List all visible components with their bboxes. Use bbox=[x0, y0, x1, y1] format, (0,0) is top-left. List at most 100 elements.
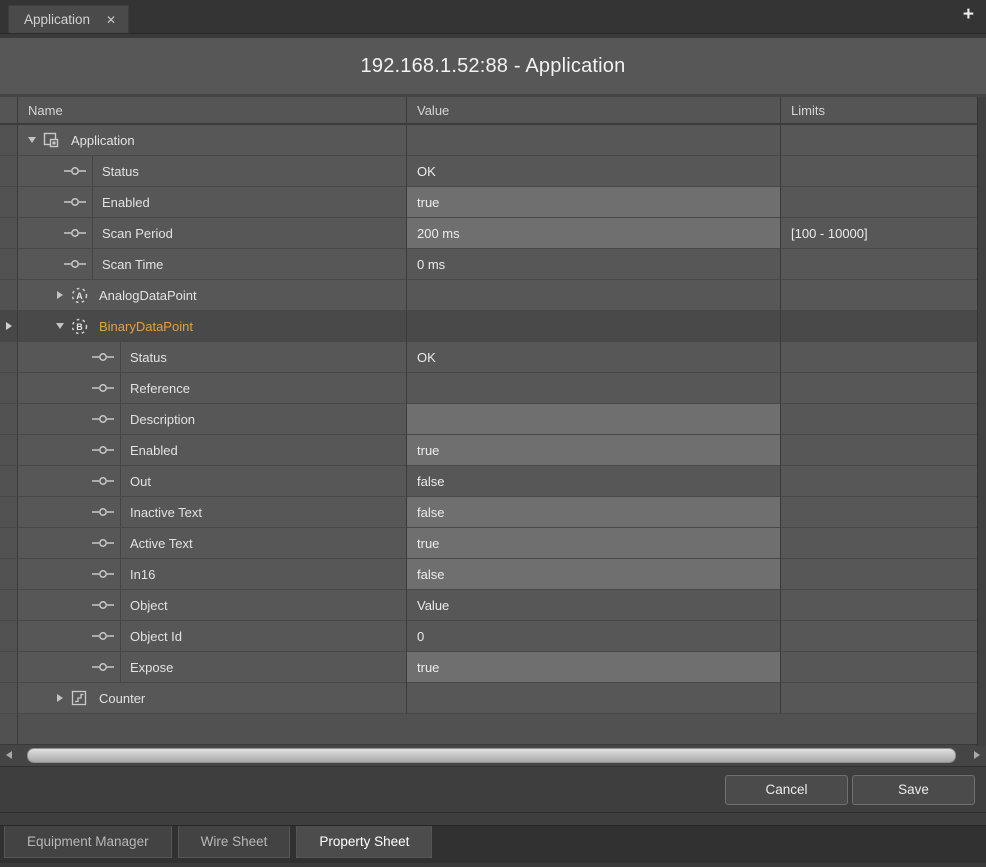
column-header-value[interactable]: Value bbox=[406, 97, 780, 124]
row-gutter[interactable] bbox=[0, 466, 18, 497]
row-value-field[interactable]: false bbox=[406, 559, 780, 590]
table-row[interactable]: Exposetrue bbox=[0, 652, 986, 683]
table-row[interactable]: Enabled true bbox=[0, 187, 986, 218]
property-icon bbox=[62, 228, 88, 238]
property-icon bbox=[62, 197, 88, 207]
svg-text:A: A bbox=[76, 291, 83, 301]
scroll-right-arrow-icon[interactable] bbox=[974, 751, 980, 759]
expand-arrow-icon[interactable] bbox=[52, 694, 68, 702]
table-row[interactable]: Counter bbox=[0, 683, 986, 714]
add-tab-button[interactable]: + bbox=[963, 5, 974, 24]
row-limits-cell bbox=[780, 156, 986, 187]
row-name-label: Status bbox=[130, 350, 167, 365]
property-icon bbox=[90, 600, 116, 610]
row-gutter[interactable] bbox=[0, 652, 18, 683]
row-gutter[interactable] bbox=[0, 156, 18, 187]
view-tab-bar: Equipment Manager Wire SheetProperty Shee… bbox=[0, 825, 986, 863]
column-header-limits[interactable]: Limits bbox=[780, 97, 986, 124]
table-row[interactable]: Outfalse bbox=[0, 466, 986, 497]
row-value-field[interactable] bbox=[406, 404, 780, 435]
row-value-cell: Value bbox=[406, 590, 780, 621]
row-name-cell: Counter bbox=[18, 683, 406, 714]
view-tab-property-sheet[interactable]: Property Sheet bbox=[296, 826, 432, 858]
row-value-cell: 0 ms bbox=[406, 249, 780, 280]
row-value-cell: OK bbox=[406, 156, 780, 187]
row-gutter[interactable] bbox=[0, 435, 18, 466]
row-gutter[interactable] bbox=[0, 559, 18, 590]
row-value-cell bbox=[406, 311, 780, 342]
table-row[interactable]: Enabledtrue bbox=[0, 435, 986, 466]
row-gutter[interactable] bbox=[0, 621, 18, 652]
view-tab-wire-sheet[interactable]: Wire Sheet bbox=[178, 826, 291, 858]
row-value-field[interactable]: false bbox=[406, 497, 780, 528]
row-value-field[interactable]: 200 ms bbox=[406, 218, 780, 249]
row-gutter[interactable] bbox=[0, 528, 18, 559]
collapse-arrow-icon[interactable] bbox=[24, 137, 40, 143]
table-row[interactable]: Reference bbox=[0, 373, 986, 404]
row-limits-cell bbox=[780, 652, 986, 683]
row-name-cell: Status bbox=[18, 156, 406, 187]
table-row[interactable]: Object Id0 bbox=[0, 621, 986, 652]
row-value-field[interactable]: true bbox=[406, 652, 780, 683]
row-name-label: Application bbox=[71, 133, 135, 148]
table-row[interactable]: BBinaryDataPoint bbox=[0, 311, 986, 342]
row-name-label: Object bbox=[130, 598, 168, 613]
row-gutter[interactable] bbox=[0, 125, 18, 156]
name-cell-divider bbox=[120, 404, 121, 434]
name-cell-divider bbox=[120, 466, 121, 496]
table-row[interactable]: Active Texttrue bbox=[0, 528, 986, 559]
horizontal-scrollbar-thumb[interactable] bbox=[27, 748, 956, 763]
row-gutter[interactable] bbox=[0, 311, 18, 342]
row-name-label: Enabled bbox=[102, 195, 150, 210]
view-tab-equipment-manager[interactable]: Equipment Manager bbox=[4, 826, 172, 858]
tree-indent bbox=[18, 497, 90, 527]
top-tab-bar: Application ✕ + bbox=[0, 0, 986, 34]
table-empty-area bbox=[0, 714, 986, 744]
row-gutter[interactable] bbox=[0, 249, 18, 280]
row-name-cell: Object Id bbox=[18, 621, 406, 652]
row-gutter[interactable] bbox=[0, 404, 18, 435]
tree-indent bbox=[18, 311, 52, 341]
row-gutter[interactable] bbox=[0, 497, 18, 528]
save-button[interactable]: Save bbox=[852, 775, 975, 805]
row-gutter[interactable] bbox=[0, 590, 18, 621]
table-row[interactable]: StatusOK bbox=[0, 342, 986, 373]
row-gutter[interactable] bbox=[0, 683, 18, 714]
row-gutter[interactable] bbox=[0, 280, 18, 311]
table-row[interactable]: Description bbox=[0, 404, 986, 435]
view-tab-label: Equipment Manager bbox=[27, 834, 149, 849]
vertical-scrollbar[interactable] bbox=[977, 97, 986, 746]
table-row[interactable]: Scan Period200 ms[100 - 10000] bbox=[0, 218, 986, 249]
application-window: Application ✕ + 192.168.1.52:88 - Applic… bbox=[0, 0, 986, 867]
table-row[interactable]: In16false bbox=[0, 559, 986, 590]
cancel-button[interactable]: Cancel bbox=[725, 775, 848, 805]
row-limits-cell bbox=[780, 528, 986, 559]
property-icon bbox=[90, 383, 116, 393]
collapse-arrow-icon[interactable] bbox=[52, 323, 68, 329]
row-name-cell: Enabled bbox=[18, 435, 406, 466]
name-cell-divider bbox=[92, 218, 93, 248]
table-row[interactable]: Scan Time0 ms bbox=[0, 249, 986, 280]
row-gutter[interactable] bbox=[0, 187, 18, 218]
expand-arrow-icon[interactable] bbox=[52, 291, 68, 299]
row-gutter[interactable] bbox=[0, 218, 18, 249]
table-row[interactable]: Application bbox=[0, 125, 986, 156]
close-icon[interactable]: ✕ bbox=[106, 13, 116, 27]
table-row[interactable]: Object Value bbox=[0, 590, 986, 621]
table-row[interactable]: StatusOK bbox=[0, 156, 986, 187]
action-button-bar: Cancel Save bbox=[0, 767, 986, 813]
name-cell-divider bbox=[120, 435, 121, 465]
tab-application[interactable]: Application ✕ bbox=[8, 5, 129, 33]
row-value-cell bbox=[406, 280, 780, 311]
table-row[interactable]: Inactive Textfalse bbox=[0, 497, 986, 528]
column-header-name[interactable]: Name bbox=[18, 97, 406, 124]
scroll-left-arrow-icon[interactable] bbox=[6, 751, 12, 759]
row-value-field[interactable]: true bbox=[406, 435, 780, 466]
row-value-field[interactable]: true bbox=[406, 187, 780, 218]
row-value-field[interactable]: true bbox=[406, 528, 780, 559]
row-gutter[interactable] bbox=[0, 342, 18, 373]
table-row[interactable]: AAnalogDataPoint bbox=[0, 280, 986, 311]
row-gutter[interactable] bbox=[0, 373, 18, 404]
name-cell-divider bbox=[120, 373, 121, 403]
horizontal-scrollbar[interactable] bbox=[0, 744, 986, 767]
